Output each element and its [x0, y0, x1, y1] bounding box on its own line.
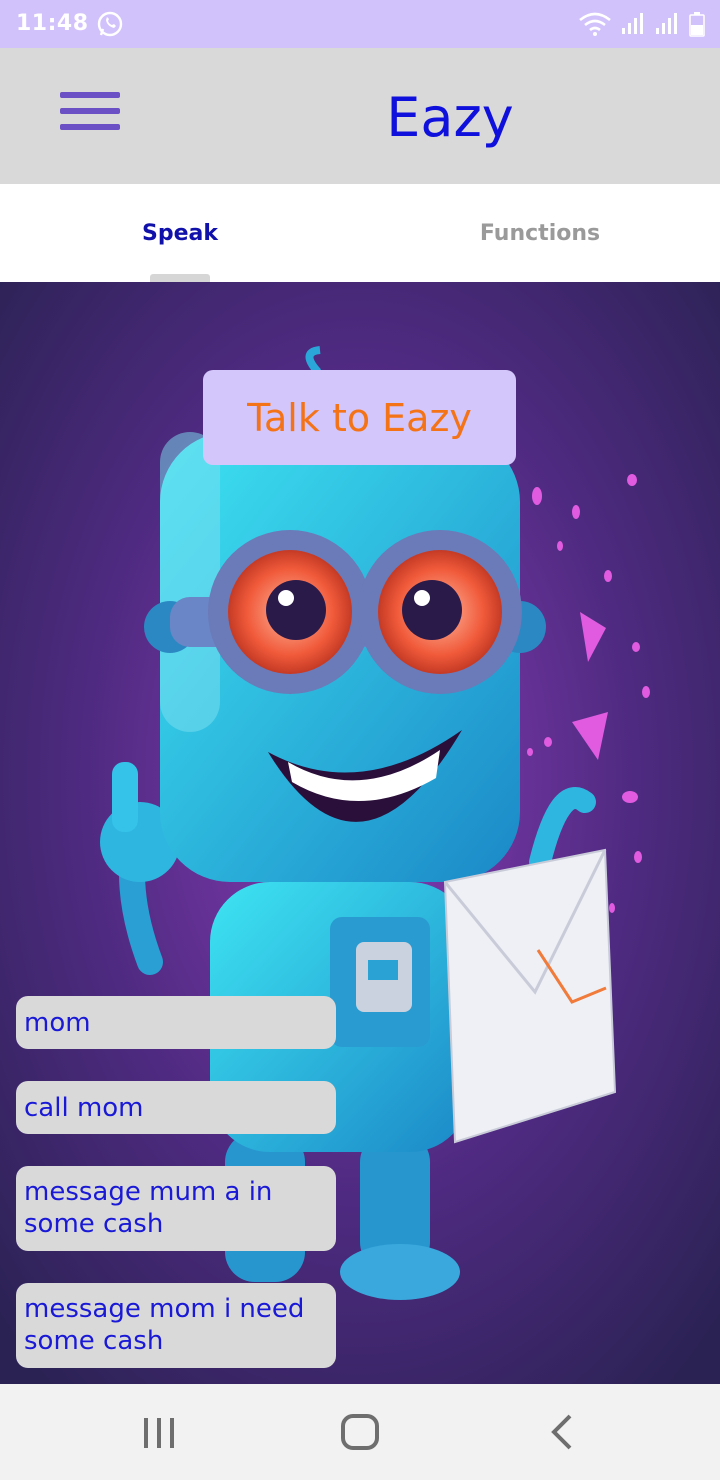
tab-indicator	[150, 274, 210, 282]
home-icon[interactable]	[325, 1404, 395, 1460]
history-item[interactable]: call mom	[16, 1081, 336, 1134]
app-bar: Eazy	[0, 48, 720, 184]
tab-functions[interactable]: Functions	[360, 184, 720, 282]
battery-icon	[689, 12, 705, 37]
status-time: 11:48	[16, 11, 89, 36]
wifi-icon	[579, 12, 611, 36]
hamburger-menu-icon[interactable]	[56, 92, 122, 142]
history-item[interactable]: mom	[16, 996, 336, 1049]
signal-icon	[622, 13, 643, 34]
talk-to-eazy-button[interactable]: Talk to Eazy	[203, 370, 516, 465]
app-title: Eazy	[386, 86, 514, 149]
system-nav-bar	[0, 1384, 720, 1480]
recent-apps-icon[interactable]	[124, 1404, 194, 1460]
history-item[interactable]: message mum a in some cash	[16, 1166, 336, 1251]
speak-panel: Talk to Eazy mom call mom message mum a …	[0, 282, 720, 1384]
signal-icon	[656, 13, 677, 34]
whatsapp-icon	[97, 11, 123, 37]
status-icons	[578, 10, 706, 38]
back-icon[interactable]	[526, 1404, 596, 1460]
tab-speak[interactable]: Speak	[0, 184, 360, 282]
tab-strip: Speak Functions	[0, 184, 720, 282]
history-item[interactable]: message mom i need some cash	[16, 1283, 336, 1368]
status-bar: 11:48	[0, 0, 720, 48]
